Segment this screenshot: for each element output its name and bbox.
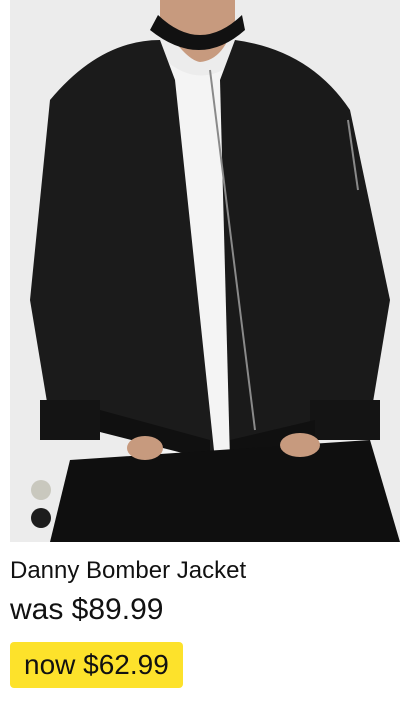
product-title[interactable]: Danny Bomber Jacket [10, 556, 246, 586]
jacket-photo-icon [10, 0, 400, 542]
product-card[interactable]: Danny Bomber Jacket was $89.99 now $62.9… [0, 0, 400, 722]
product-image[interactable] [10, 0, 400, 542]
swatch-stone[interactable] [31, 480, 51, 500]
sale-price: now $62.99 [10, 642, 183, 688]
original-price: was $89.99 [10, 593, 164, 626]
color-swatches [31, 480, 51, 536]
swatch-black[interactable] [31, 508, 51, 528]
